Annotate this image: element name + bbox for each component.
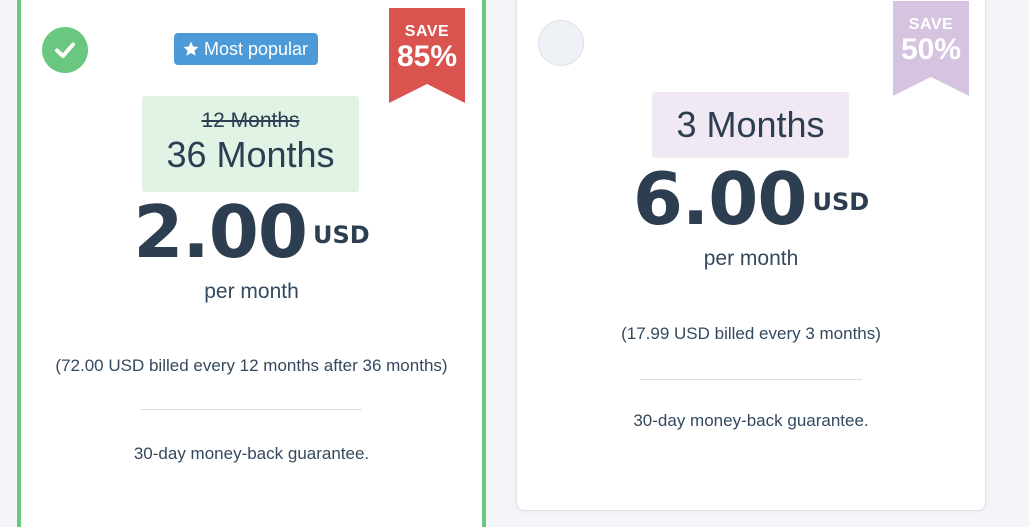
price-value: 6.00	[632, 157, 808, 241]
price: 6.00 USD	[517, 157, 985, 241]
save-ribbon: SAVE 50%	[893, 1, 969, 96]
radio-empty-icon[interactable]	[538, 20, 584, 66]
term-box: 3 Months	[652, 92, 849, 158]
save-ribbon: SAVE 85%	[389, 8, 465, 103]
price-currency: USD	[312, 221, 370, 249]
billing-note: (72.00 USD billed every 12 months after …	[55, 356, 448, 375]
most-popular-badge: Most popular	[174, 33, 319, 65]
guarantee-text: 30-day money-back guarantee.	[133, 444, 370, 463]
ribbon-percent: 50%	[900, 33, 962, 66]
per-month-label: per month	[204, 280, 299, 303]
term-label: 3 Months	[676, 104, 825, 145]
plan-card-36-months[interactable]: Most popular SAVE 85% 12 Months 36 Month…	[17, 0, 486, 527]
star-icon	[182, 40, 200, 58]
per-month-label: per month	[703, 247, 799, 270]
ribbon-save-label: SAVE	[908, 16, 954, 33]
ribbon-percent: 85%	[396, 40, 458, 73]
pricing-plans: Most popular SAVE 85% 12 Months 36 Month…	[0, 0, 1029, 527]
guarantee-text: 30-day money-back guarantee.	[633, 411, 869, 430]
term-label: 36 Months	[166, 134, 335, 175]
ribbon-save-label: SAVE	[404, 23, 450, 40]
term-box: 12 Months 36 Months	[142, 96, 359, 192]
price: 2.00 USD	[21, 190, 482, 274]
old-term: 12 Months	[201, 109, 300, 132]
check-circle-icon[interactable]	[42, 27, 88, 73]
divider	[140, 409, 362, 410]
divider	[640, 379, 862, 380]
billing-note: (17.99 USD billed every 3 months)	[621, 324, 881, 343]
plan-card-3-months[interactable]: SAVE 50% 3 Months 6.00 USD per month (17.…	[516, 0, 986, 511]
price-currency: USD	[812, 188, 870, 216]
badge-label: Most popular	[204, 38, 309, 59]
price-value: 2.00	[133, 190, 308, 274]
